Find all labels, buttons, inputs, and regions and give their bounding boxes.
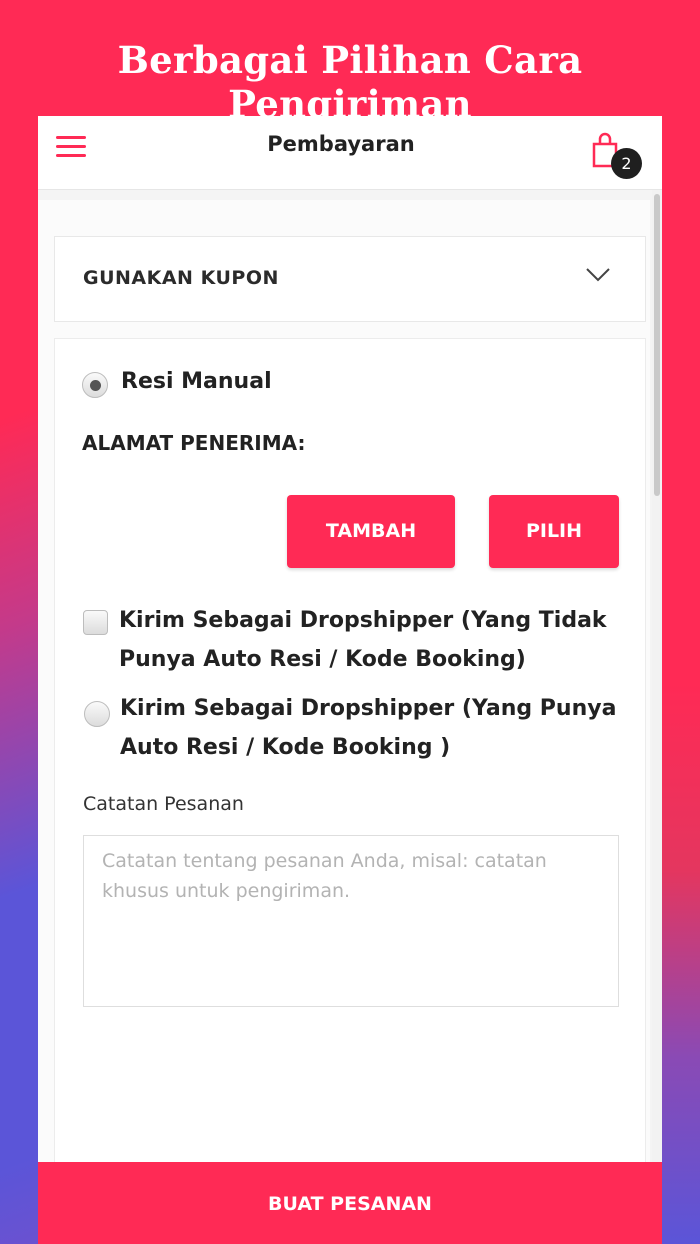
dropship-no-resi-label: Kirim Sebagai Dropshipper (Yang Tidak Pu… (119, 601, 607, 679)
app-bar: Pembayaran 2 (38, 116, 662, 190)
place-order-button[interactable]: BUAT PESANAN (38, 1162, 662, 1244)
dropship-with-resi-radio[interactable] (84, 701, 110, 727)
scrollbar-thumb[interactable] (654, 194, 660, 496)
choose-address-button[interactable]: PILIH (489, 495, 619, 568)
shipping-form: Resi Manual ALAMAT PENERIMA: TAMBAH PILI… (54, 338, 646, 1238)
resi-manual-radio[interactable] (82, 372, 108, 398)
coupon-accordion[interactable]: GUNAKAN KUPON (54, 236, 646, 322)
cart-count-badge: 2 (611, 148, 642, 179)
promo-side-background (662, 0, 700, 1244)
dropship-with-resi-line2: Auto Resi / Kode Booking ) (120, 735, 451, 760)
page-title: Pembayaran (267, 132, 415, 156)
add-address-button[interactable]: TAMBAH (287, 495, 455, 568)
dropship-no-resi-checkbox[interactable] (83, 610, 108, 635)
dropship-with-resi-label: Kirim Sebagai Dropshipper (Yang Punya Au… (120, 689, 616, 767)
dropship-with-resi-line1: Kirim Sebagai Dropshipper (Yang Punya (120, 696, 617, 721)
phone-screen: Pembayaran 2 GUNAKAN KUPON Resi Manual A… (38, 116, 662, 1244)
chevron-down-icon (586, 268, 610, 282)
order-notes-field[interactable] (83, 835, 619, 1007)
address-heading: ALAMAT PENERIMA: (82, 431, 306, 455)
dropship-no-resi-line1: Kirim Sebagai Dropshipper (Yang Tidak (119, 608, 607, 633)
checkout-content: GUNAKAN KUPON Resi Manual ALAMAT PENERIM… (38, 200, 650, 1244)
dropship-no-resi-line2: Punya Auto Resi / Kode Booking) (119, 647, 526, 672)
promo-title: Berbagai Pilihan Cara Pengiriman (117, 38, 583, 126)
resi-manual-label: Resi Manual (121, 369, 272, 394)
coupon-label: GUNAKAN KUPON (83, 267, 279, 289)
order-notes-label: Catatan Pesanan (83, 793, 244, 815)
